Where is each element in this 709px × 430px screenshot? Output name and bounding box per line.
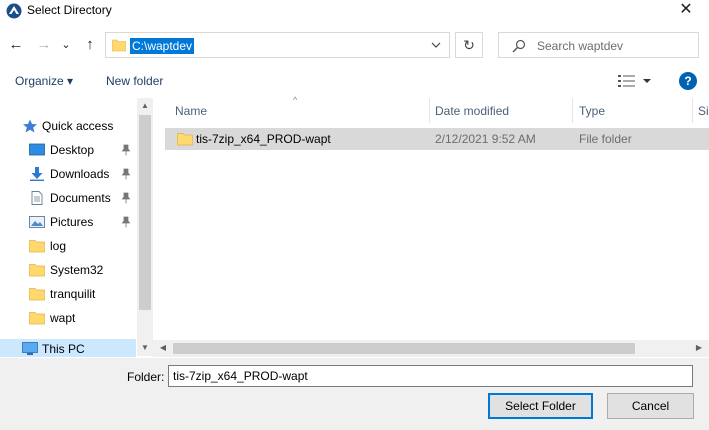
- dialog-footer: Folder: tis-7zip_x64_PROD-wapt Select Fo…: [0, 358, 709, 430]
- app-logo-icon: [6, 3, 22, 19]
- address-value[interactable]: C:\waptdev: [130, 38, 195, 54]
- desktop-icon: [29, 143, 45, 156]
- sidebar-item-this-pc[interactable]: This PC: [0, 339, 136, 357]
- sidebar-item-log[interactable]: log: [0, 235, 136, 257]
- download-icon: [30, 167, 44, 181]
- back-button[interactable]: ←: [5, 34, 27, 56]
- sidebar-item-desktop[interactable]: Desktop: [0, 139, 136, 161]
- address-bar[interactable]: C:\waptdev: [105, 32, 450, 58]
- window-title: Select Directory: [27, 3, 112, 17]
- scroll-down-arrow-icon[interactable]: ▼: [137, 340, 153, 356]
- view-details-icon[interactable]: [618, 74, 636, 88]
- chevron-down-icon[interactable]: ⌄: [61, 39, 70, 51]
- sidebar-item-documents[interactable]: Documents: [0, 187, 136, 209]
- star-icon: [23, 119, 37, 133]
- sidebar-item-label: wapt: [50, 311, 76, 325]
- sidebar-item-tranquilit[interactable]: tranquilit: [0, 283, 136, 305]
- select-folder-button[interactable]: Select Folder: [488, 393, 593, 419]
- folder-icon: [29, 288, 45, 301]
- recent-locations-button[interactable]: ⌄: [58, 34, 74, 56]
- pictures-icon: [29, 216, 45, 228]
- folder-icon: [29, 312, 45, 325]
- folder-icon: [112, 39, 126, 52]
- back-arrow-icon[interactable]: ←: [9, 36, 24, 53]
- scroll-right-arrow-icon[interactable]: ▶: [691, 340, 707, 356]
- sidebar-item-label: System32: [50, 263, 104, 277]
- column-divider[interactable]: [692, 98, 693, 123]
- sort-ascending-icon: ^: [293, 95, 298, 105]
- column-divider[interactable]: [429, 98, 430, 123]
- up-button[interactable]: ↑: [79, 34, 101, 56]
- forward-arrow-icon[interactable]: →: [37, 36, 52, 53]
- up-arrow-icon[interactable]: ↑: [86, 36, 94, 53]
- file-type: File folder: [579, 132, 632, 146]
- chevron-down-icon[interactable]: [642, 74, 652, 88]
- column-header-name[interactable]: Name: [175, 104, 207, 118]
- pin-icon[interactable]: [121, 192, 131, 204]
- sidebar-item-label: Downloads: [50, 167, 110, 181]
- sidebar-item-label: Documents: [50, 191, 111, 205]
- file-list-horizontal-scrollbar[interactable]: ◀ ▶: [153, 340, 709, 357]
- sidebar-item-downloads[interactable]: Downloads: [0, 163, 136, 185]
- sidebar-item-label: tranquilit: [50, 287, 96, 301]
- scrollbar-thumb[interactable]: [139, 115, 151, 310]
- close-button[interactable]: ✕: [663, 0, 709, 22]
- folder-label: Folder:: [127, 370, 165, 384]
- folder-icon: [177, 133, 193, 146]
- scroll-left-arrow-icon[interactable]: ◀: [155, 340, 171, 356]
- cancel-button[interactable]: Cancel: [607, 393, 694, 419]
- search-icon: [512, 39, 526, 53]
- pin-icon[interactable]: [121, 144, 131, 156]
- column-header-type[interactable]: Type: [579, 104, 605, 118]
- pin-icon[interactable]: [121, 216, 131, 228]
- sidebar-item-label: log: [50, 239, 67, 253]
- table-row[interactable]: tis-7zip_x64_PROD-wapt 2/12/2021 9:52 AM…: [165, 128, 709, 150]
- computer-icon: [22, 342, 38, 355]
- close-icon[interactable]: ✕: [679, 1, 692, 18]
- folder-icon: [29, 264, 45, 277]
- sidebar-item-pictures[interactable]: Pictures: [0, 211, 136, 233]
- forward-button[interactable]: →: [33, 34, 55, 56]
- documents-icon: [31, 191, 43, 205]
- new-folder-button[interactable]: New folder: [106, 74, 163, 88]
- refresh-icon[interactable]: ↻: [463, 37, 475, 53]
- help-icon[interactable]: ?: [679, 72, 697, 90]
- column-header-date-modified[interactable]: Date modified: [435, 104, 509, 118]
- search-box[interactable]: Search waptdev: [498, 32, 699, 58]
- column-header-size[interactable]: Si: [698, 104, 709, 118]
- column-divider[interactable]: [572, 98, 573, 123]
- scroll-up-arrow-icon[interactable]: ▲: [137, 98, 153, 114]
- sidebar-item-label: Desktop: [50, 143, 95, 157]
- sidebar-item-wapt[interactable]: wapt: [0, 307, 136, 329]
- navigation-pane: Quick access Desktop Downloads Documents: [0, 98, 153, 357]
- chevron-down-icon[interactable]: [429, 37, 443, 53]
- file-name: tis-7zip_x64_PROD-wapt: [196, 132, 331, 146]
- file-list: ^ Name Date modified Type Si tis-7zip_x6…: [153, 95, 709, 358]
- sidebar-item-label: This PC: [42, 342, 85, 356]
- title-bar: Select Directory ✕: [0, 0, 709, 22]
- folder-name-input[interactable]: tis-7zip_x64_PROD-wapt: [168, 365, 693, 387]
- pin-icon[interactable]: [121, 168, 131, 180]
- file-date-modified: 2/12/2021 9:52 AM: [435, 132, 536, 146]
- navigation-pane-scrollbar[interactable]: ▲ ▼: [137, 98, 153, 356]
- scrollbar-thumb[interactable]: [173, 343, 635, 354]
- refresh-button[interactable]: ↻: [455, 32, 483, 58]
- sidebar-item-label: Quick access: [42, 119, 114, 133]
- organize-menu-button[interactable]: Organize ▾: [15, 74, 73, 88]
- sidebar-item-label: Pictures: [50, 215, 94, 229]
- command-bar: Organize ▾ New folder ?: [0, 68, 709, 96]
- sidebar-item-quick-access[interactable]: Quick access: [0, 115, 136, 137]
- column-header-row: ^ Name Date modified Type Si: [153, 95, 709, 123]
- navigation-bar: ← → ⌄ ↑ C:\waptdev ↻ Search waptdev: [0, 30, 709, 60]
- sidebar-item-system32[interactable]: System32: [0, 259, 136, 281]
- folder-icon: [29, 240, 45, 253]
- search-input[interactable]: Search waptdev: [537, 39, 623, 53]
